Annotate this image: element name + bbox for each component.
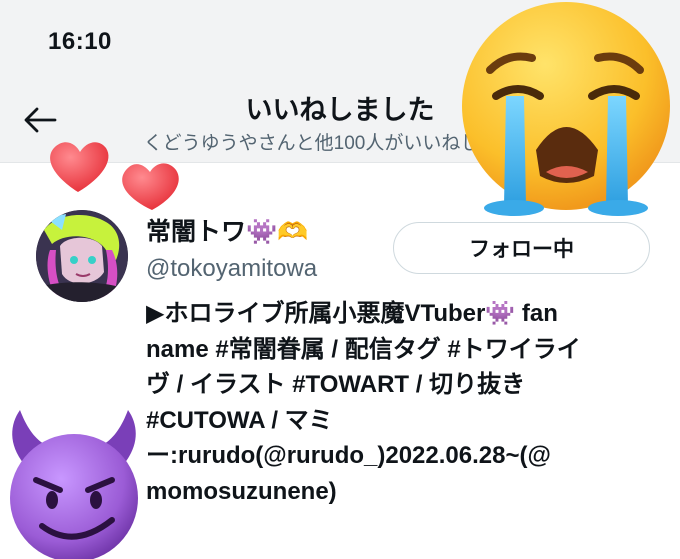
user-handle[interactable]: @tokoyamitowa <box>146 255 317 283</box>
bio-line: ▶ホロライブ所属小悪魔VTuber👾 fan <box>146 300 558 327</box>
smiling-face-with-horns-icon <box>10 410 138 559</box>
avatar-image <box>36 210 128 302</box>
user-name-row: 常闇トワ👾🫶 <box>146 212 308 248</box>
user-bio: ▶ホロライブ所属小悪魔VTuber👾 fan name #常闇眷属 / 配信タグ… <box>146 296 666 509</box>
bio-line: name #常闇眷属 / 配信タグ #トワイライ <box>146 335 581 363</box>
bio-line: momosuzunene) <box>146 477 337 505</box>
avatar[interactable] <box>36 210 128 302</box>
bio-line: #CUTOWA / マミ <box>146 406 333 434</box>
display-name: 常闇トワ👾🫶 <box>146 218 309 246</box>
status-time: 16:10 <box>48 28 112 55</box>
two-hearts-icon <box>50 142 179 210</box>
bio-line: ヴ / イラスト #TOWART / 切り抜き <box>146 371 526 398</box>
loudly-crying-face-icon <box>462 2 670 216</box>
bio-line: ー:rurudo(@rurudo_)2022.06.28~(@ <box>146 442 551 469</box>
